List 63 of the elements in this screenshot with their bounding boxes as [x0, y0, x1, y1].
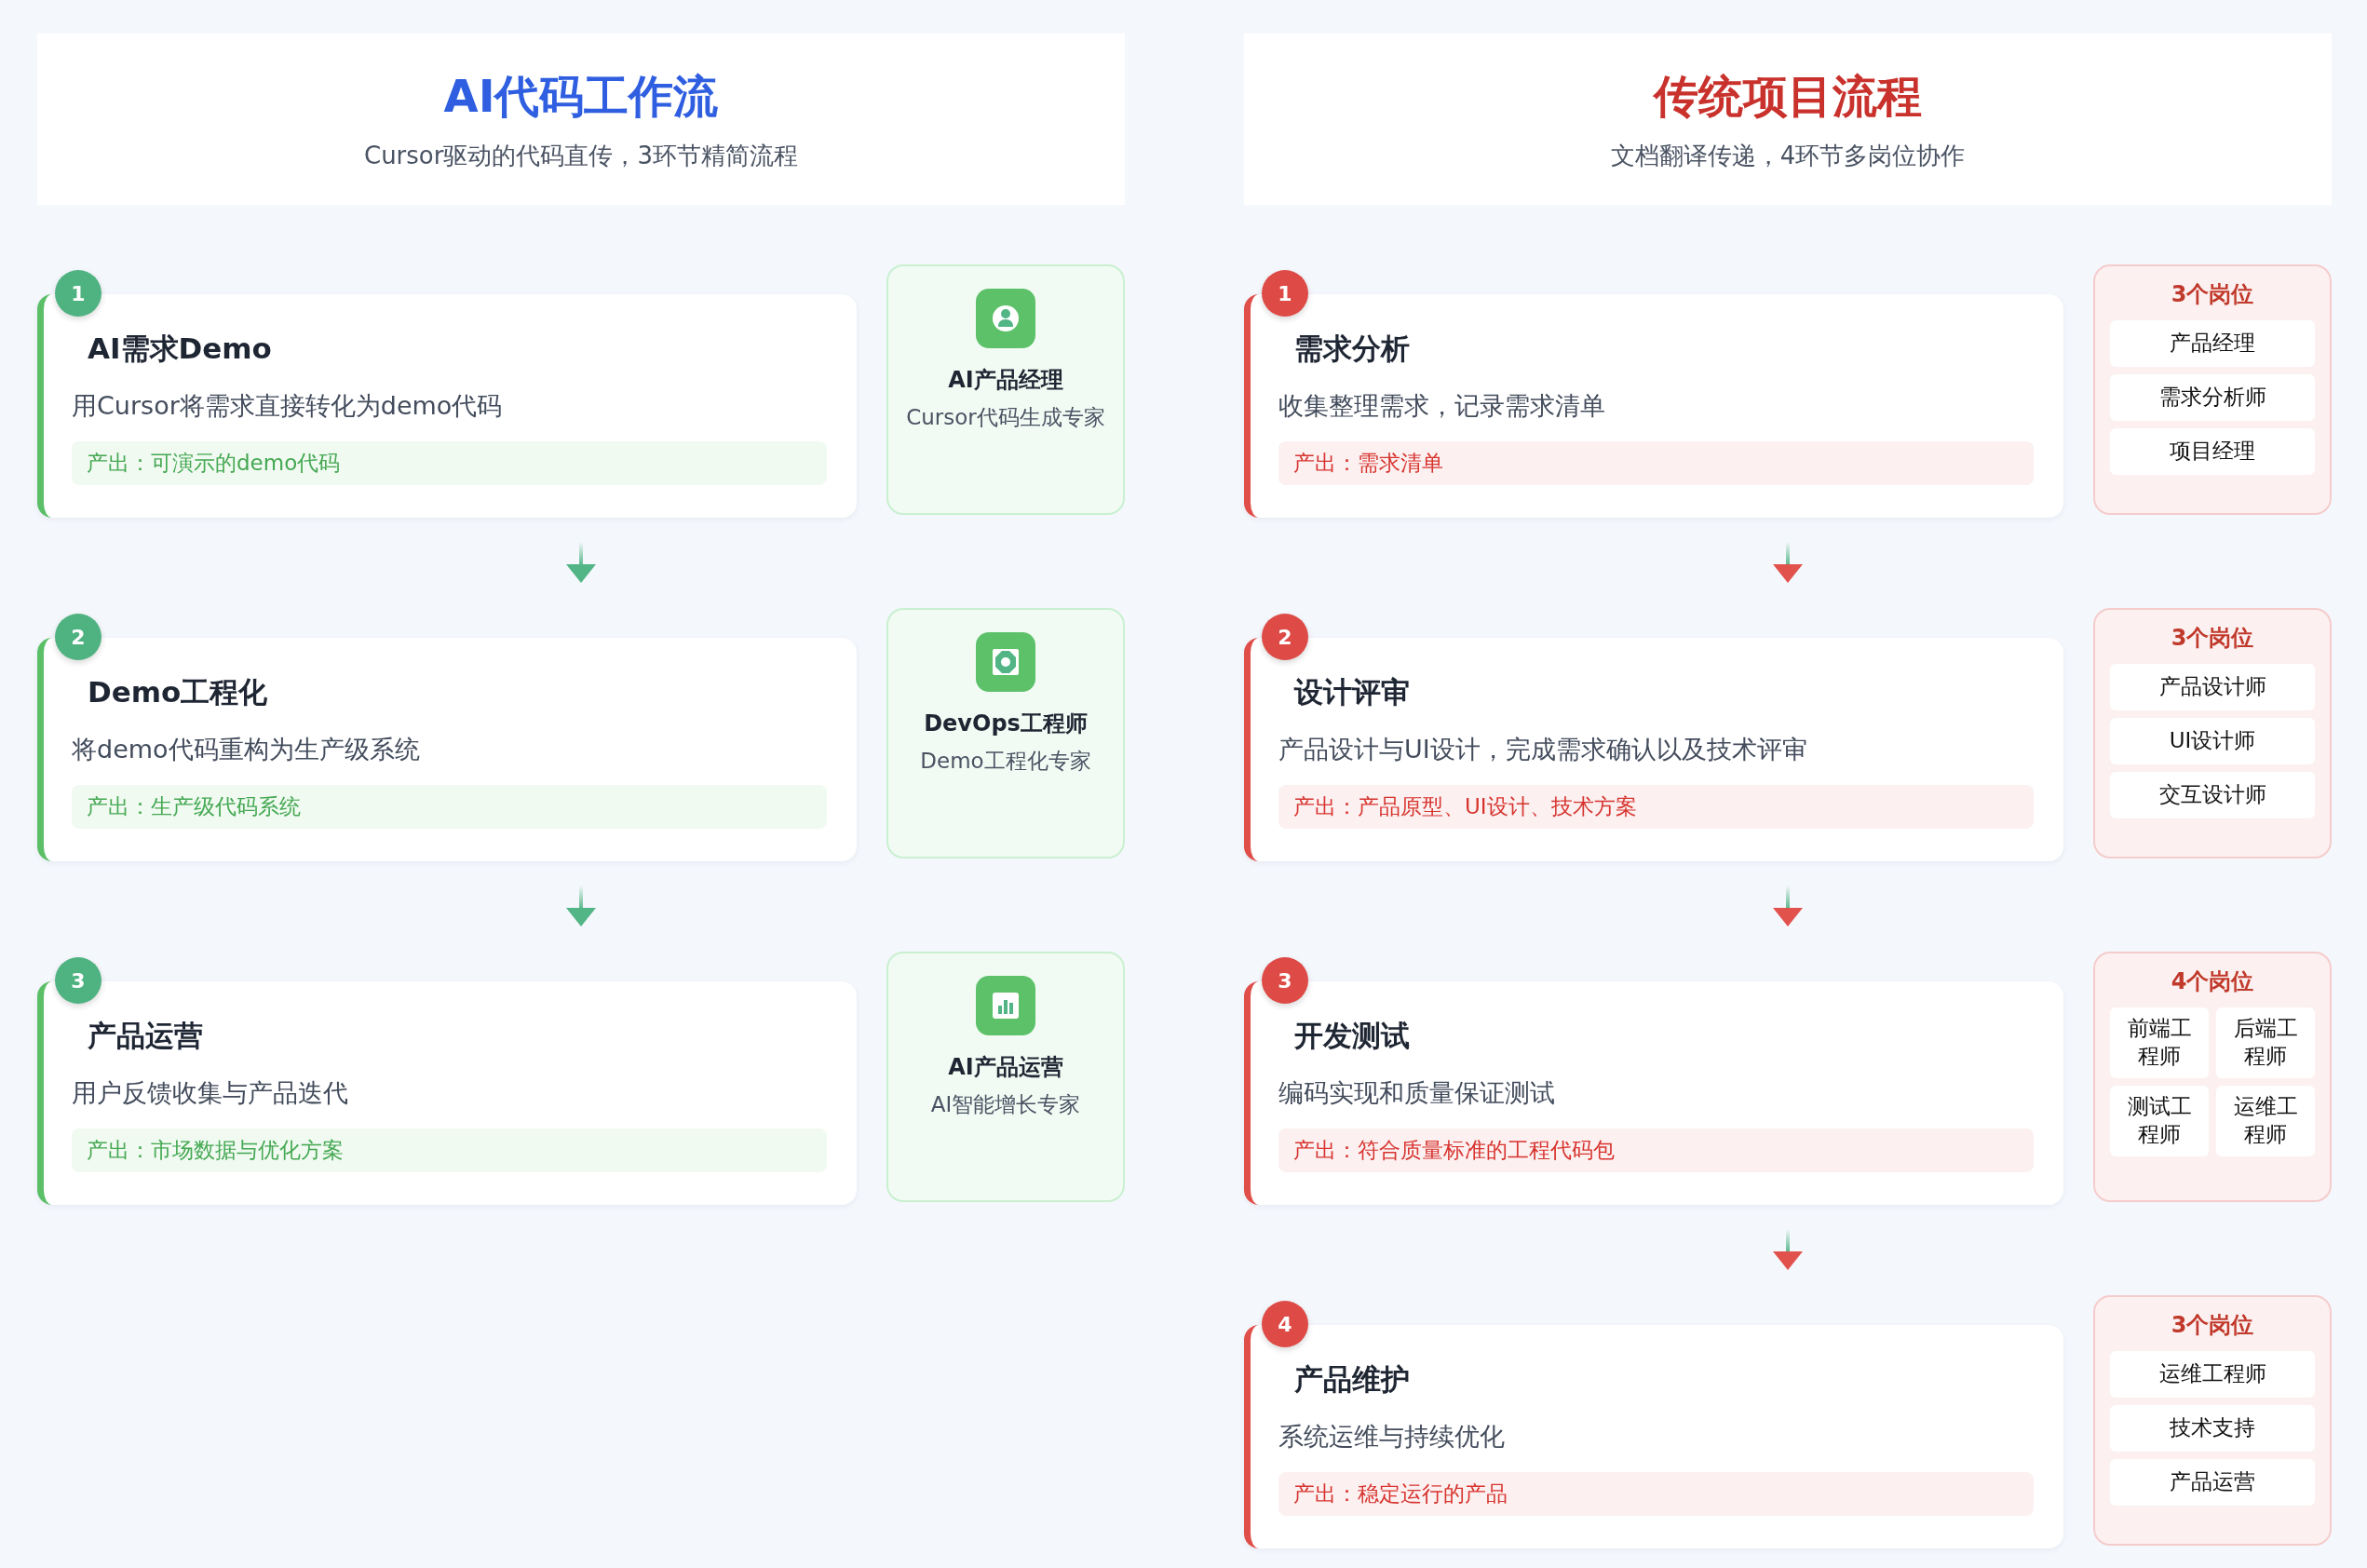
bar-chart-icon	[976, 976, 1035, 1035]
role-tag: 交互设计师	[2110, 771, 2315, 818]
role-tag: 需求分析师	[2110, 373, 2315, 421]
column-subtitle: 文档翻译传递，4环节多岗位协作	[1610, 140, 1966, 171]
step-description: 收集整理需求，记录需求清单	[1278, 390, 1606, 422]
step-description: 用户反馈收集与产品迭代	[72, 1077, 349, 1109]
role-description: Cursor代码生成专家	[906, 404, 1105, 431]
role-name: DevOps工程师	[924, 710, 1088, 738]
role-count: 4个岗位	[2170, 967, 2255, 996]
step-title: 设计评审	[1292, 674, 1411, 710]
down-arrow-icon	[1772, 1228, 1804, 1270]
person-icon	[976, 289, 1035, 348]
step-number: 4	[1262, 1301, 1308, 1347]
step-output: 产出：稳定运行的产品	[1278, 1472, 2034, 1516]
step-number: 3	[1262, 957, 1308, 1004]
role-tag: 后端工程师	[2216, 1007, 2315, 1078]
role-name: AI产品运营	[948, 1053, 1063, 1082]
role-tag: 前端工程师	[2110, 1007, 2209, 1078]
step-number: 3	[55, 957, 101, 1004]
step-output: 产出：可演示的demo代码	[72, 441, 827, 485]
step-output: 产出：符合质量标准的工程代码包	[1278, 1129, 2034, 1172]
role-count: 3个岗位	[2170, 280, 2255, 309]
role-tag: 运维工程师	[2110, 1351, 2315, 1398]
down-arrow-icon	[1772, 541, 1804, 583]
gear-icon	[976, 632, 1035, 692]
role-description: Demo工程化专家	[920, 748, 1091, 775]
down-arrow-icon	[565, 885, 597, 926]
role-count: 3个岗位	[2170, 1311, 2255, 1340]
role-tag: 产品设计师	[2110, 664, 2315, 710]
column-title: 传统项目流程	[1654, 68, 1922, 124]
role-tag: 产品运营	[2110, 1458, 2315, 1506]
step-number: 1	[1262, 270, 1308, 317]
role-tag: 运维工程师	[2216, 1085, 2315, 1156]
column-title: AI代码工作流	[443, 68, 719, 124]
down-arrow-icon	[565, 541, 597, 583]
step-output: 产出：市场数据与优化方案	[72, 1129, 827, 1172]
role-tag: 产品经理	[2110, 320, 2315, 367]
role-tag: 测试工程师	[2110, 1085, 2209, 1156]
step-description: 产品设计与UI设计，完成需求确认以及技术评审	[1278, 734, 1808, 765]
role-description: AI智能增长专家	[930, 1091, 1081, 1118]
step-number: 1	[55, 270, 101, 317]
step-title: Demo工程化	[87, 674, 269, 710]
role-count: 3个岗位	[2170, 624, 2255, 653]
step-number: 2	[1262, 614, 1308, 660]
role-tag: 项目经理	[2110, 427, 2315, 475]
step-title: 开发测试	[1293, 1018, 1411, 1054]
role-name: AI产品经理	[948, 366, 1063, 395]
step-title: AI需求Demo	[87, 331, 273, 367]
step-title: 需求分析	[1293, 331, 1411, 367]
step-output: 产出：需求清单	[1278, 441, 2034, 485]
role-tag: 技术支持	[2110, 1404, 2315, 1452]
step-description: 用Cursor将需求直接转化为demo代码	[72, 390, 504, 422]
column-subtitle: Cursor驱动的代码直传，3环节精简流程	[364, 140, 798, 171]
step-description: 编码实现和质量保证测试	[1278, 1077, 1556, 1109]
step-description: 将demo代码重构为生产级系统	[72, 734, 421, 765]
step-title: 产品维护	[1293, 1361, 1411, 1398]
step-number: 2	[55, 614, 101, 660]
role-tag: UI设计师	[2110, 717, 2315, 764]
step-title: 产品运营	[87, 1018, 204, 1054]
down-arrow-icon	[1772, 885, 1804, 926]
step-output: 产出：生产级代码系统	[72, 785, 827, 829]
step-output: 产出：产品原型、UI设计、技术方案	[1278, 785, 2034, 829]
step-description: 系统运维与持续优化	[1278, 1421, 1506, 1453]
